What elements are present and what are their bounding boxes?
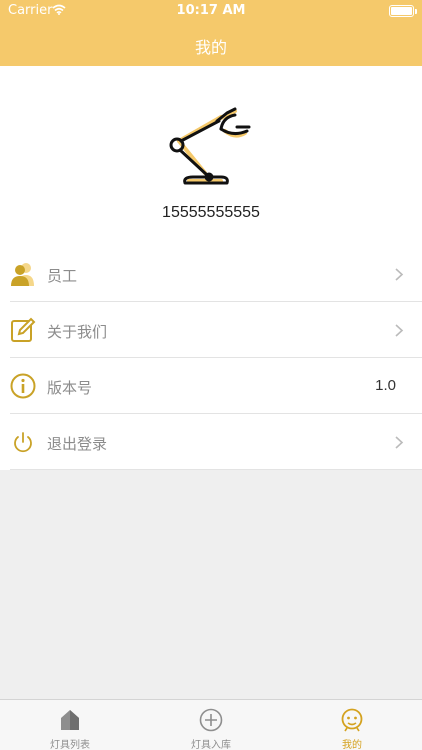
chevron-right-icon bbox=[395, 324, 404, 337]
tab-lamp-list[interactable]: 灯具列表 bbox=[0, 700, 140, 750]
page-title: 我的 bbox=[194, 38, 227, 57]
phone-number: 15555555555 bbox=[162, 204, 260, 221]
tab-label: 灯具入库 bbox=[191, 740, 231, 750]
info-icon bbox=[10, 373, 36, 399]
menu-item-about[interactable]: 关于我们 bbox=[0, 302, 422, 358]
tab-lamp-add[interactable]: 灯具入库 bbox=[141, 700, 281, 750]
tab-mine[interactable]: 我的 bbox=[282, 700, 422, 750]
status-time: 10:17 AM bbox=[176, 3, 246, 18]
menu-item-staff[interactable]: 员工 bbox=[0, 246, 422, 302]
menu-label: 员工 bbox=[47, 267, 78, 285]
chevron-right-icon bbox=[395, 268, 404, 281]
chevron-right-icon bbox=[395, 436, 404, 449]
profile-header: 15555555555 bbox=[0, 66, 422, 246]
menu-label: 退出登录 bbox=[47, 435, 108, 453]
version-value: 1.0 bbox=[375, 377, 396, 394]
power-icon bbox=[14, 432, 32, 453]
tab-label: 灯具列表 bbox=[50, 740, 90, 750]
tab-bar: 灯具列表 灯具入库 我的 bbox=[0, 699, 422, 750]
battery-icon bbox=[389, 5, 417, 17]
users-icon bbox=[11, 263, 34, 286]
divider bbox=[10, 469, 422, 470]
lamp-avatar-icon bbox=[169, 107, 251, 185]
add-circle-icon bbox=[199, 708, 223, 732]
nav-bar: 我的 bbox=[0, 22, 422, 66]
status-bar: Carrier 10:17 AM bbox=[0, 0, 422, 22]
settings-menu: 员工 关于我们 版本号 1.0 退出登录 bbox=[0, 246, 422, 470]
house-icon bbox=[61, 710, 79, 730]
menu-label: 版本号 bbox=[47, 379, 93, 397]
menu-item-logout[interactable]: 退出登录 bbox=[0, 414, 422, 470]
menu-label: 关于我们 bbox=[47, 323, 108, 341]
edit-icon bbox=[11, 317, 36, 342]
tab-label: 我的 bbox=[342, 740, 362, 750]
menu-item-version: 版本号 1.0 bbox=[0, 358, 422, 414]
smiley-icon bbox=[341, 708, 363, 732]
